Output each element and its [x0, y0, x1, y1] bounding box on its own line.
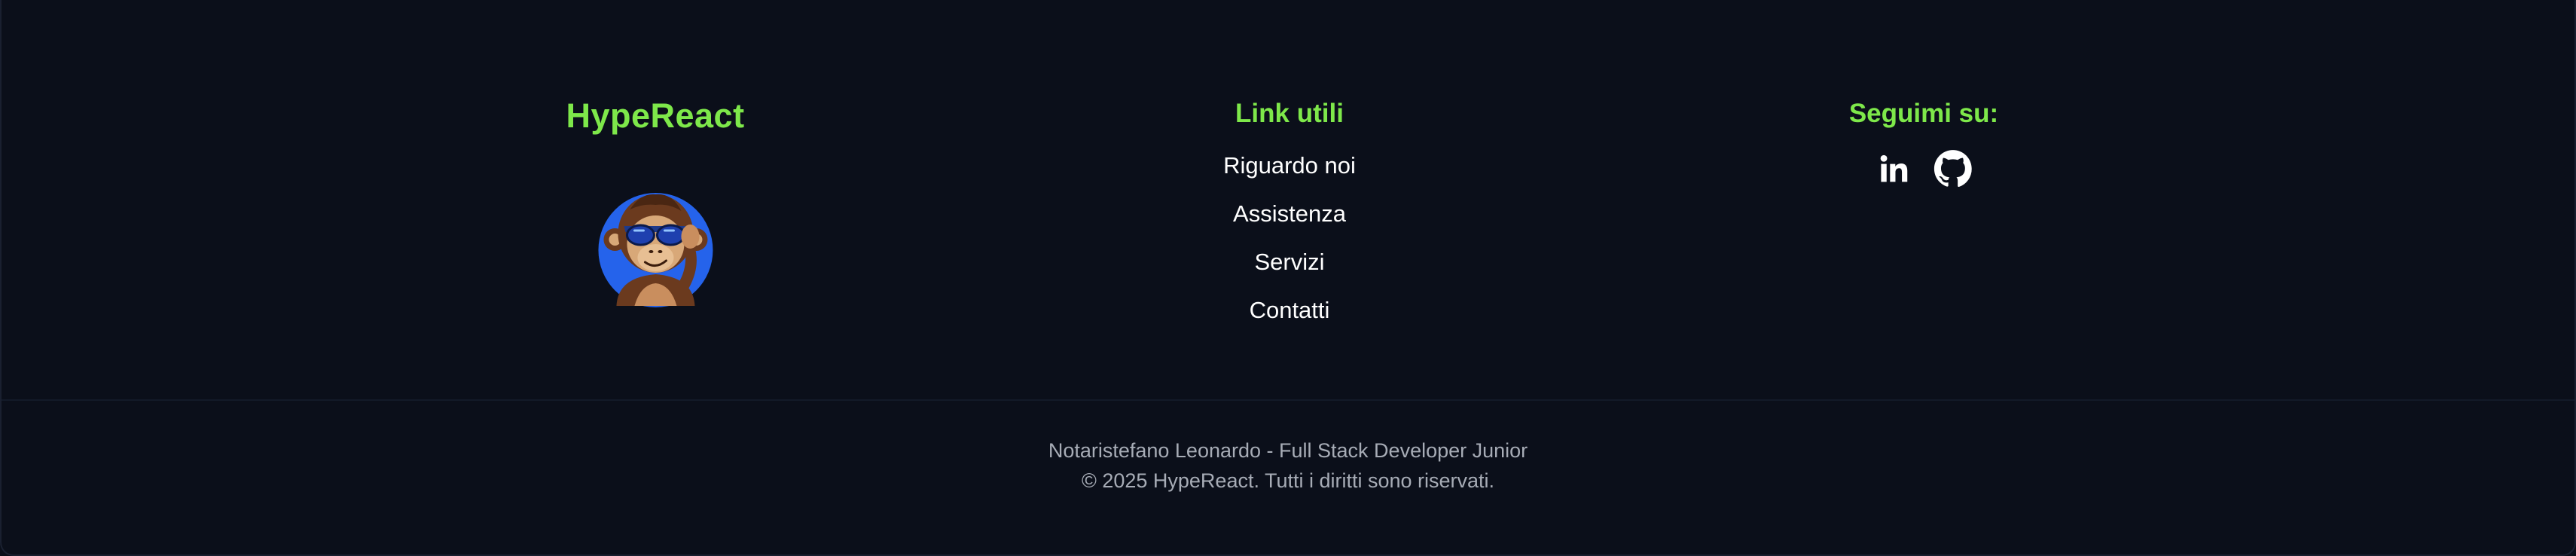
- linkedin-icon[interactable]: [1875, 149, 1914, 188]
- footer-brand-column: HypeReact: [566, 93, 744, 313]
- github-icon[interactable]: [1934, 149, 1973, 188]
- author-credit: Notaristefano Leonardo - Full Stack Deve…: [1048, 439, 1528, 462]
- monkey-logo-icon: [588, 178, 723, 313]
- link-contacts[interactable]: Contatti: [1250, 294, 1330, 327]
- brand-title: HypeReact: [566, 96, 745, 135]
- footer-links-column: Link utili Riguardo noi Assistenza Servi…: [1223, 95, 1356, 327]
- link-support[interactable]: Assistenza: [1233, 197, 1346, 231]
- footer-bottom: Notaristefano Leonardo - Full Stack Deve…: [2, 435, 2574, 496]
- footer-divider: [2, 399, 2574, 401]
- social-links: [1875, 149, 1973, 188]
- links-section-title: Link utili: [1235, 99, 1344, 128]
- site-footer: HypeReact Link utili Riguardo noi Assist…: [0, 0, 2576, 556]
- footer-social-column: Seguimi su:: [1849, 95, 1998, 188]
- link-services[interactable]: Servizi: [1254, 246, 1324, 279]
- social-section-title: Seguimi su:: [1848, 99, 1999, 128]
- copyright-text: © 2025 HypeReact. Tutti i diritti sono r…: [1081, 469, 1495, 492]
- useful-links-list: Riguardo noi Assistenza Servizi Contatti: [1223, 149, 1356, 327]
- link-about-us[interactable]: Riguardo noi: [1223, 149, 1356, 182]
